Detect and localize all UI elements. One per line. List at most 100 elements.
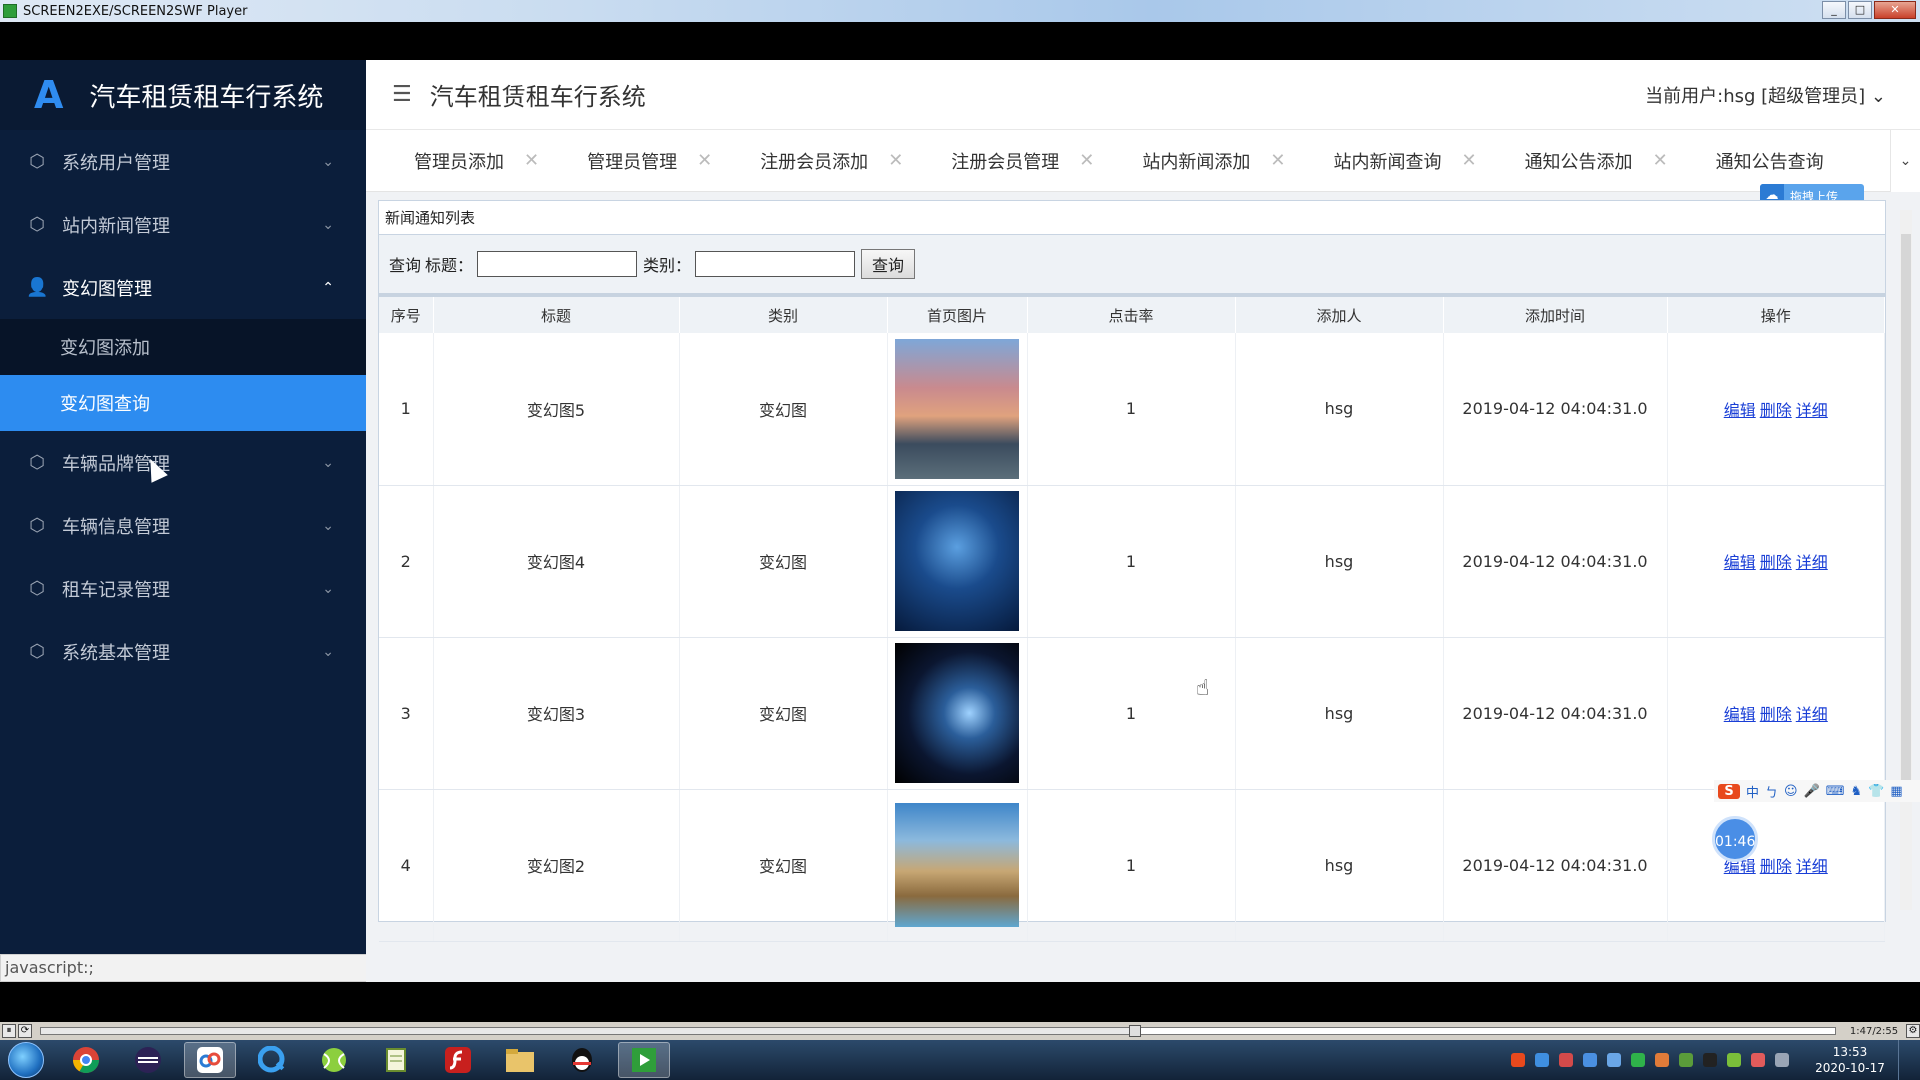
- minimize-button[interactable]: _: [1822, 1, 1846, 19]
- title-search-input[interactable]: [477, 251, 638, 277]
- vertical-scrollbar[interactable]: [1900, 210, 1912, 910]
- playback-knob[interactable]: [1129, 1025, 1142, 1037]
- detail-link[interactable]: 详细: [1796, 401, 1828, 420]
- sidebar-subitem-carousel-add[interactable]: 变幻图添加: [0, 319, 366, 375]
- tennis-icon[interactable]: [308, 1042, 360, 1078]
- tab-member-manage[interactable]: 注册会员管理 ✕: [951, 148, 1094, 174]
- menu-toggle-icon[interactable]: ☰: [392, 82, 412, 107]
- tab-notice-add[interactable]: 通知公告添加 ✕: [1525, 148, 1668, 174]
- cell-title: 变幻图2: [433, 789, 680, 942]
- eclipse-icon[interactable]: [122, 1042, 174, 1078]
- sidebar-subitem-carousel-query[interactable]: 变幻图查询: [0, 375, 366, 431]
- close-window-button[interactable]: ✕: [1874, 1, 1916, 19]
- sidebar-item-rental-records[interactable]: ⬡ 租车记录管理 ⌄: [0, 557, 366, 620]
- close-icon[interactable]: ✕: [1270, 150, 1285, 171]
- cell-actions: 编辑 删除 详细: [1667, 485, 1885, 638]
- close-icon[interactable]: ✕: [697, 150, 712, 171]
- volume-tray-icon[interactable]: [1751, 1053, 1765, 1067]
- ime-voice-icon[interactable]: 🎤: [1804, 784, 1820, 799]
- sogou-tray-icon[interactable]: [1511, 1053, 1525, 1067]
- tab-news-query[interactable]: 站内新闻查询 ✕: [1333, 148, 1476, 174]
- sidebar-item-system-users[interactable]: ⬡ 系统用户管理 ⌄: [0, 130, 366, 193]
- qq-tray-icon[interactable]: [1703, 1053, 1717, 1067]
- timer-bubble[interactable]: 01:46: [1712, 816, 1758, 862]
- cell-category: 变幻图: [679, 789, 888, 942]
- notepad-icon[interactable]: [370, 1042, 422, 1078]
- edit-link[interactable]: 编辑: [1724, 705, 1756, 724]
- cube-icon: ⬡: [29, 641, 45, 662]
- security-tray-icon[interactable]: [1559, 1053, 1573, 1067]
- app-tray-icon[interactable]: [1607, 1053, 1621, 1067]
- delete-link[interactable]: 删除: [1760, 857, 1792, 876]
- tab-more-chevron-icon[interactable]: ⌄: [1890, 130, 1920, 192]
- display-tray-icon[interactable]: [1775, 1053, 1789, 1067]
- netdisk-icon-svg: [197, 1047, 223, 1073]
- network-tray-icon[interactable]: [1535, 1053, 1549, 1067]
- shield-tray-icon[interactable]: [1583, 1053, 1597, 1067]
- close-icon[interactable]: ✕: [888, 150, 903, 171]
- window-title: SCREEN2EXE/SCREEN2SWF Player: [23, 3, 248, 19]
- sogou-logo-icon[interactable]: S: [1718, 783, 1740, 799]
- start-button[interactable]: [8, 1042, 44, 1078]
- ime-emoji-icon[interactable]: ☺: [1784, 784, 1798, 799]
- close-icon[interactable]: ✕: [1653, 150, 1668, 171]
- chevron-down-icon: ⌄: [322, 643, 334, 660]
- scrollbar-thumb[interactable]: [1901, 234, 1911, 794]
- ime-grid-icon[interactable]: ▦: [1890, 784, 1902, 799]
- wechat-tray-icon[interactable]: [1631, 1053, 1645, 1067]
- detail-link[interactable]: 详细: [1796, 857, 1828, 876]
- tab-notice-query[interactable]: 通知公告查询: [1716, 148, 1824, 174]
- chrome-icon[interactable]: [60, 1042, 112, 1078]
- battery-tray-icon[interactable]: [1727, 1053, 1741, 1067]
- thumbnail-image: [895, 491, 1019, 631]
- show-desktop-button[interactable]: [1898, 1040, 1910, 1080]
- speaker-tray-icon[interactable]: [1655, 1053, 1669, 1067]
- cell-actions: 编辑 删除 详细: [1667, 637, 1885, 790]
- q-browser-icon[interactable]: [246, 1042, 298, 1078]
- ime-chinese-mode-icon[interactable]: 中: [1746, 782, 1759, 801]
- taskbar-clock[interactable]: 13:53 2020-10-17: [1808, 1044, 1892, 1076]
- pause-button[interactable]: ⏸: [2, 1024, 16, 1038]
- ime-punctuation-icon[interactable]: ㄅ: [1765, 782, 1778, 801]
- baidu-netdisk-icon[interactable]: [184, 1042, 236, 1078]
- tab-label: 注册会员添加: [760, 151, 869, 173]
- query-button[interactable]: 查询: [861, 249, 916, 279]
- tab-member-add[interactable]: 注册会员添加 ✕: [760, 148, 903, 174]
- maximize-button[interactable]: □: [1848, 1, 1872, 19]
- player-controls: ⏸ ⟳ 1:47/2:55 ⚙: [0, 1022, 1920, 1040]
- close-icon[interactable]: ✕: [1079, 150, 1094, 171]
- sidebar-item-news[interactable]: ⬡ 站内新闻管理 ⌄: [0, 193, 366, 256]
- detail-link[interactable]: 详细: [1796, 553, 1828, 572]
- sidebar-item-carousel[interactable]: 👤 变幻图管理 ⌃: [0, 256, 366, 319]
- tab-admin-add[interactable]: 管理员添加 ✕: [414, 148, 539, 174]
- category-search-input[interactable]: [695, 251, 856, 277]
- close-icon[interactable]: ✕: [524, 150, 539, 171]
- flash-icon[interactable]: [432, 1042, 484, 1078]
- flag-tray-icon[interactable]: [1679, 1053, 1693, 1067]
- delete-link[interactable]: 删除: [1760, 705, 1792, 724]
- current-user-dropdown[interactable]: 当前用户:hsg [超级管理员] ⌄: [1645, 82, 1886, 108]
- close-icon[interactable]: ✕: [1461, 150, 1476, 171]
- clock-time: 13:53: [1832, 1045, 1868, 1059]
- qq-icon[interactable]: [556, 1042, 608, 1078]
- ime-skin-icon[interactable]: ♞: [1851, 784, 1863, 799]
- explorer-icon[interactable]: [494, 1042, 546, 1078]
- sidebar-item-car-brands[interactable]: ⬡ 车辆品牌管理 ⌄: [0, 431, 366, 494]
- cell-time: 2019-04-12 04:04:31.0: [1443, 637, 1668, 790]
- video-player-icon[interactable]: [618, 1042, 670, 1078]
- playback-progress-bar[interactable]: [40, 1025, 1836, 1037]
- detail-link[interactable]: 详细: [1796, 705, 1828, 724]
- settings-icon[interactable]: ⚙: [1906, 1024, 1920, 1038]
- sidebar-item-car-info[interactable]: ⬡ 车辆信息管理 ⌄: [0, 494, 366, 557]
- sidebar-item-system-basic[interactable]: ⬡ 系统基本管理 ⌄: [0, 620, 366, 683]
- loop-button[interactable]: ⟳: [18, 1024, 32, 1038]
- sidebar-item-label: 租车记录管理: [62, 579, 170, 601]
- tab-admin-manage[interactable]: 管理员管理 ✕: [587, 148, 712, 174]
- ime-keyboard-icon[interactable]: ⌨: [1826, 784, 1845, 799]
- delete-link[interactable]: 删除: [1760, 401, 1792, 420]
- tab-news-add[interactable]: 站内新闻添加 ✕: [1142, 148, 1285, 174]
- ime-shirt-icon[interactable]: 👕: [1868, 784, 1884, 799]
- delete-link[interactable]: 删除: [1760, 553, 1792, 572]
- edit-link[interactable]: 编辑: [1724, 553, 1756, 572]
- edit-link[interactable]: 编辑: [1724, 401, 1756, 420]
